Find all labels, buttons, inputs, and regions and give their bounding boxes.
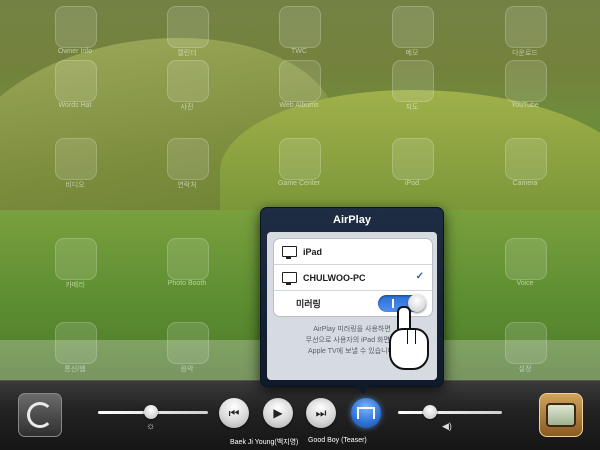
volume-slider-knob[interactable] xyxy=(423,405,438,419)
app-icon-label: 비디오 xyxy=(65,182,85,189)
rotation-lock-button[interactable] xyxy=(18,393,62,437)
next-icon: ⏭ xyxy=(315,405,327,420)
app-icon-label: Web Albums xyxy=(279,102,319,109)
app-icon[interactable] xyxy=(279,60,321,102)
now-playing-artist: Baek Ji Young(백지영) xyxy=(230,439,299,446)
app-icon-label: Owner Info xyxy=(57,48,93,55)
play-button[interactable]: ▶ xyxy=(263,398,293,428)
checkmark-icon: ✓ xyxy=(415,271,424,282)
speaker-icon: ◀) xyxy=(442,421,452,431)
app-icon[interactable] xyxy=(505,238,547,280)
monitor-icon xyxy=(282,272,297,285)
previous-icon: ⏮ xyxy=(228,405,240,420)
app-icon[interactable] xyxy=(55,138,97,180)
app-icon-label: TWC xyxy=(291,48,307,55)
app-icon-label: 카메라 xyxy=(65,282,85,289)
device-row-ipad[interactable]: iPad xyxy=(274,239,432,265)
app-icon-label: Game Center xyxy=(277,180,321,187)
rotation-lock-icon xyxy=(27,402,53,428)
device-row-chulwoo-pc[interactable]: CHULWOO-PC ✓ xyxy=(274,265,432,291)
play-icon: ▶ xyxy=(273,406,283,420)
now-playing-title: Good Boy (Teaser) xyxy=(308,437,367,444)
tv-app-icon xyxy=(546,403,576,427)
app-icon-label: 캘린더 xyxy=(177,50,197,57)
brightness-slider-knob[interactable] xyxy=(143,405,158,419)
app-icon[interactable] xyxy=(167,60,209,102)
sun-icon: ☼ xyxy=(146,421,156,432)
next-track-button[interactable]: ⏭ xyxy=(306,398,336,428)
previous-track-button[interactable]: ⏮ xyxy=(219,398,249,428)
app-icon[interactable] xyxy=(55,60,97,102)
app-icon[interactable] xyxy=(505,138,547,180)
app-icon[interactable] xyxy=(392,138,434,180)
ipad-screen: Owner Info 캘린더 TWC 메모 다운로드 Words Hat 사진 Web Alb… xyxy=(0,0,600,450)
app-icon-label: Photo Booth xyxy=(167,280,207,287)
app-icon[interactable] xyxy=(167,138,209,180)
app-icon-label: iPod xyxy=(404,180,419,187)
app-icon[interactable] xyxy=(279,6,321,48)
airplay-title: AirPlay xyxy=(333,214,371,226)
app-icon-label: 지도 xyxy=(405,104,419,111)
app-icon-label: Voice xyxy=(516,280,534,287)
app-icon-label: Words Hat xyxy=(58,102,92,109)
airplay-icon xyxy=(357,407,375,419)
mirroring-label: 미러링 xyxy=(296,299,321,309)
app-icon[interactable] xyxy=(279,138,321,180)
tv-app-button[interactable] xyxy=(539,393,583,437)
app-icon[interactable] xyxy=(55,6,97,48)
monitor-icon xyxy=(282,246,297,259)
app-icon[interactable] xyxy=(167,238,209,280)
tap-hand-icon xyxy=(387,306,431,376)
app-icon[interactable] xyxy=(505,60,547,102)
app-icon[interactable] xyxy=(392,6,434,48)
media-bar: ☼ ⏮ ▶ ⏭ ◀) Baek Ji Young(백지영) Good Boy (… xyxy=(0,380,600,450)
volume-slider-track[interactable] xyxy=(398,411,502,414)
app-icon[interactable] xyxy=(55,238,97,280)
app-icon-label: YouTube xyxy=(511,102,539,109)
app-icon[interactable] xyxy=(167,6,209,48)
app-icon-label: 연락처 xyxy=(177,182,197,189)
device-name: iPad xyxy=(303,246,323,257)
popover-arrow xyxy=(354,384,372,394)
app-icon-label: 다운로드 xyxy=(512,50,538,57)
app-icon[interactable] xyxy=(392,60,434,102)
app-icon-label: 메모 xyxy=(405,50,419,57)
app-icon[interactable] xyxy=(505,6,547,48)
app-icon-label: 사진 xyxy=(180,104,194,111)
airplay-button[interactable] xyxy=(351,398,381,428)
device-name: CHULWOO-PC xyxy=(303,272,366,283)
app-icon-label: Camera xyxy=(512,180,538,187)
